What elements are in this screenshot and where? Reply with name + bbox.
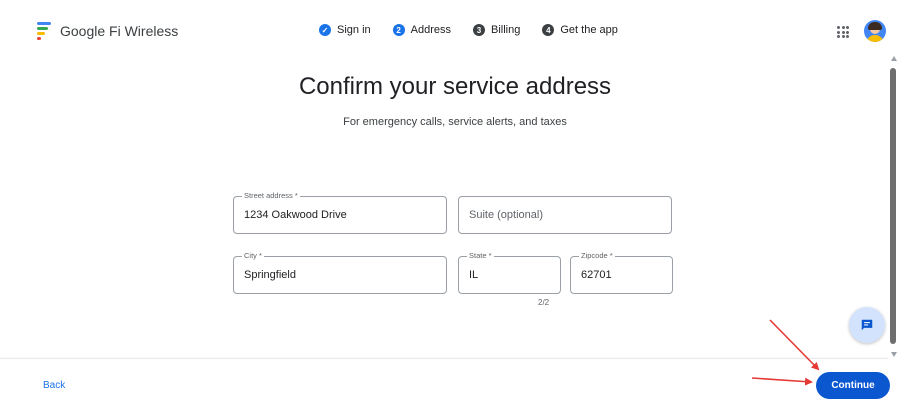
check-icon: ✓ (319, 24, 331, 36)
step-get-the-app: 4 Get the app (542, 24, 618, 36)
state-label: State * (467, 251, 494, 260)
google-fi-logo-icon (37, 22, 51, 40)
city-field[interactable]: City * Springfield (233, 251, 447, 294)
progress-stepper: ✓ Sign in 2 Address 3 Billing 4 Get the … (319, 24, 640, 36)
step-label: Billing (491, 24, 521, 36)
suite-placeholder: Suite (optional) (469, 209, 543, 221)
chat-icon (861, 319, 873, 331)
street-address-label: Street address * (242, 191, 300, 200)
step-number: 4 (542, 24, 555, 36)
step-billing: 3 Billing (473, 24, 520, 36)
top-header: Google Fi Wireless ✓ Sign in 2 Address 3… (0, 0, 905, 60)
city-label: City * (242, 251, 264, 260)
annotation-arrow-horizontal (751, 377, 813, 386)
scroll-down-arrow-icon[interactable] (891, 352, 897, 357)
street-address-field[interactable]: Street address * 1234 Oakwood Drive (233, 191, 447, 234)
step-number: 2 (392, 24, 405, 36)
annotation-arrows (751, 319, 820, 386)
step-address: 2 Address (392, 24, 451, 36)
step-label: Get the app (560, 24, 618, 36)
scrollbar-thumb[interactable] (890, 68, 896, 344)
back-button[interactable]: Back (43, 380, 65, 391)
step-number: 3 (473, 24, 485, 36)
zipcode-field[interactable]: Zipcode * 62701 (570, 251, 673, 294)
apps-grid-icon[interactable] (837, 26, 849, 38)
state-value: IL (469, 269, 479, 281)
step-label: Address (410, 24, 451, 36)
city-value: Springfield (244, 269, 296, 281)
continue-button[interactable]: Continue (816, 372, 890, 399)
scroll-up-arrow-icon[interactable] (891, 56, 897, 61)
street-address-value: 1234 Oakwood Drive (244, 209, 347, 221)
brand-name: Google Fi Wireless (60, 23, 179, 39)
zipcode-label: Zipcode * (579, 251, 615, 260)
state-field[interactable]: State * IL (458, 251, 561, 294)
page-subtitle: For emergency calls, service alerts, and… (343, 116, 567, 128)
page-title: Confirm your service address (298, 73, 612, 100)
brand[interactable]: Google Fi Wireless (37, 22, 178, 40)
state-character-counter: 2/2 (538, 298, 550, 307)
step-sign-in: ✓ Sign in (319, 24, 371, 36)
chat-button[interactable] (849, 307, 885, 343)
suite-field[interactable]: Suite (optional) (458, 196, 672, 234)
step-label: Sign in (337, 24, 371, 36)
zipcode-value: 62701 (581, 269, 612, 281)
avatar[interactable] (864, 20, 886, 42)
annotation-arrow-diagonal (769, 319, 820, 371)
footer-divider (0, 358, 888, 359)
